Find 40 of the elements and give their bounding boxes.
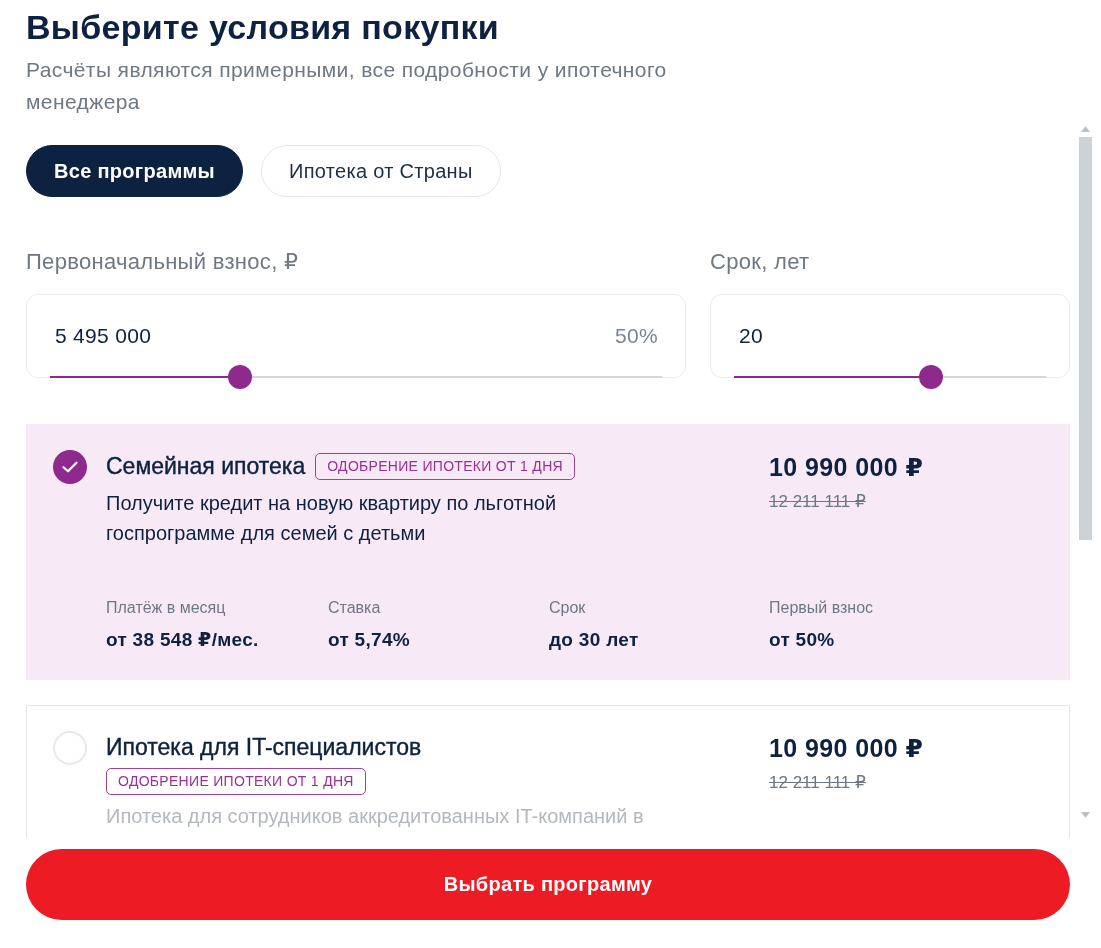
radio-button[interactable] — [53, 450, 87, 484]
slider-thumb[interactable] — [227, 365, 252, 389]
program-card[interactable] — [26, 424, 1070, 680]
price: 10 990 000 ₽ — [769, 452, 924, 482]
slider-track[interactable] — [734, 365, 1046, 389]
price: 10 990 000 ₽ — [769, 733, 924, 763]
slider-track[interactable] — [50, 365, 662, 389]
slider-thumb[interactable] — [918, 365, 943, 389]
program-description: Получите кредит на новую квартиру по льготной госпрограмме для семей с детьми — [106, 491, 558, 546]
input-field[interactable]: 20 — [710, 294, 1070, 390]
check-icon — [62, 461, 78, 473]
program-title: Ипотека для IT-специалистов — [106, 733, 422, 762]
submit-button[interactable]: Выбрать программу — [26, 849, 1070, 920]
tab[interactable]: Ипотека от Страны — [261, 145, 501, 197]
approval-badge: ОДОБРЕНИЕ ИПОТЕКИ ОТ 1 ДНЯ — [315, 452, 575, 480]
field-value: 20 — [739, 323, 763, 349]
page-title: Выберите условия покупки — [26, 7, 500, 47]
detail-value: до 30 лет — [549, 628, 639, 652]
detail-value: от 5,74% — [328, 628, 410, 652]
detail-value: от 38 548 ₽/мес. — [106, 628, 259, 652]
detail-value: от 50% — [769, 628, 835, 652]
input-field[interactable]: 5 495 000 50% — [26, 294, 686, 390]
old-price: 12 211 111 ₽ — [769, 491, 866, 513]
page-subtitle: Расчёты являются примерными, все подробности у ипотечного менеджера — [26, 57, 668, 115]
detail-label: Первый взнос — [769, 598, 874, 618]
program-card[interactable]: Ипотека для IT-специалистов ОДОБРЕНИЕ ИПОТЕКИ ОТ 1 ДНЯ Ипотека для сотрудников аккредитованных IT-компаний в 10 990 000 ₽ 12 211 111 ₽ — [26, 705, 1070, 838]
old-price: 12 211 111 ₽ — [769, 772, 866, 794]
radio-button[interactable] — [53, 731, 87, 765]
detail-label: Платёж в месяц — [106, 598, 226, 618]
scrollbar-thumb[interactable] — [1078, 137, 1092, 540]
program-description: Ипотека для сотрудников аккредитованных IT-компаний в — [106, 804, 645, 829]
field-label: Первоначальный взнос, ₽ — [26, 250, 299, 274]
detail-label: Срок — [549, 598, 586, 618]
approval-badge: ОДОБРЕНИЕ ИПОТЕКИ ОТ 1 ДНЯ — [106, 768, 366, 795]
field-value: 5 495 000 — [55, 323, 152, 349]
detail-label: Ставка — [328, 598, 381, 618]
field-label: Срок, лет — [710, 250, 810, 274]
program-title: Семейная ипотека — [106, 452, 306, 481]
tab[interactable]: Все программы — [26, 145, 243, 197]
percent-label: 50% — [615, 323, 658, 349]
